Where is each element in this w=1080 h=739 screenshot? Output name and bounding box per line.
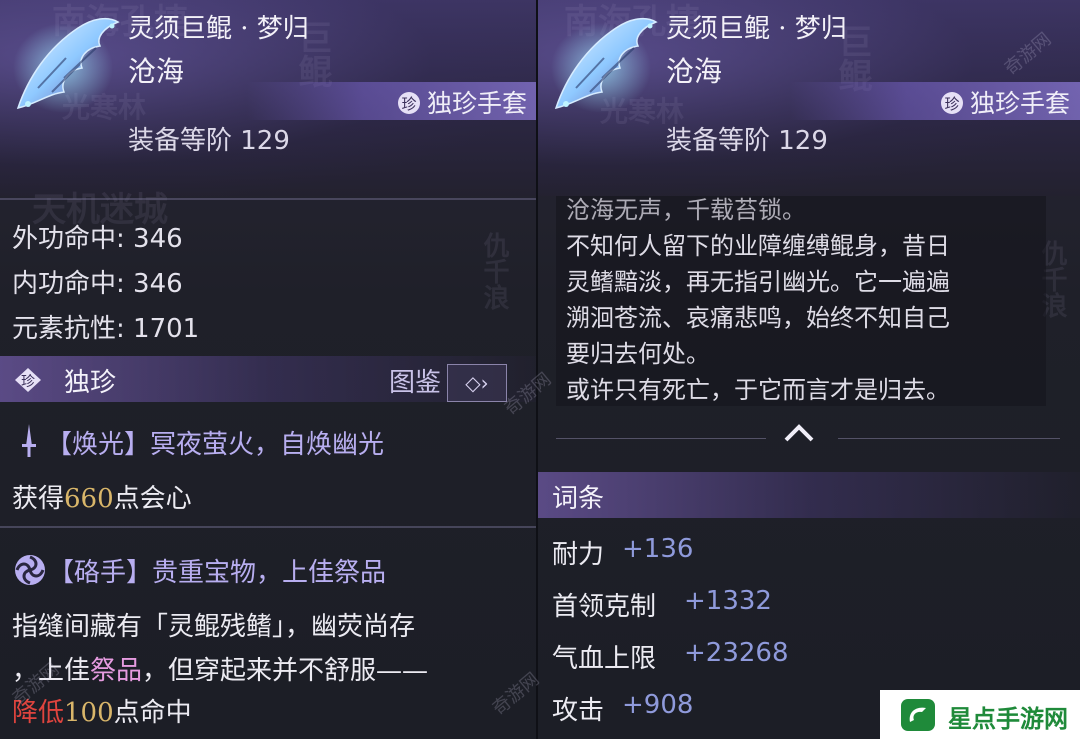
unique-section-title: 独珍 (64, 368, 117, 398)
item-subname: 沧海 (666, 55, 723, 88)
item-name: 灵须巨鲲 · 梦归 (128, 14, 309, 44)
lore-line: 或许只有死亡，于它而言才是归去。 (566, 376, 950, 404)
glove-item-icon (551, 17, 658, 113)
background-map-text: 仇千浪 (479, 232, 509, 310)
lore-line: 沧海无声，千载苔锁。 (566, 196, 806, 224)
effect-desc-awkward-3: 降低100点命中 (12, 692, 192, 729)
rarity-label: 珍 独珍手套 (397, 84, 527, 120)
item-subname: 沧海 (128, 55, 185, 88)
lore-line: 不知何人留下的业障缠缚鲲身，昔日 (566, 232, 950, 260)
atlas-open-button[interactable]: ◇› (447, 364, 507, 402)
divider (0, 198, 537, 200)
rarity-label: 珍 独珍手套 (940, 84, 1070, 120)
effect-text: 点会心 (113, 484, 192, 514)
stat-element-resist: 元素抗性: 1701 (12, 314, 200, 344)
lore-line: 灵鳍黯淡，再无指引幽光。它一遍遍 (566, 268, 950, 296)
affix-value: +1332 (684, 586, 772, 616)
stat-label: 元素抗性 (12, 314, 117, 344)
affix-value: +23268 (684, 638, 789, 668)
lore-line: 要归去何处。 (566, 340, 710, 368)
effect-keyword: 祭品 (90, 656, 143, 686)
effect-number: 660 (64, 484, 114, 514)
divider (838, 438, 1060, 439)
rarity-name: 独珍手套 (969, 89, 1070, 118)
equipment-tier: 装备等阶 129 (666, 126, 828, 156)
collapse-chevron-up-icon[interactable] (782, 420, 816, 444)
stat-value: 346 (133, 224, 183, 254)
rarity-badge-icon: 珍 (940, 92, 963, 114)
stat-external-hit: 外功命中: 346 (12, 224, 183, 254)
stat-value: 346 (133, 269, 183, 299)
divider (0, 526, 537, 528)
affix-section-bar (538, 472, 1080, 518)
stat-internal-hit: 内功命中: 346 (12, 269, 183, 299)
affix-value: +908 (622, 690, 694, 720)
affix-section-title: 词条 (552, 484, 605, 514)
site-logo-text: 星点手游网 (948, 704, 1068, 733)
glove-item-icon (13, 17, 120, 113)
effect-title-glow: 【焕光】冥夜萤火，自焕幽光 (46, 430, 385, 460)
affix-name: 攻击 (552, 696, 605, 726)
effect-number: 100 (64, 698, 114, 728)
effect-text: 点命中 (113, 698, 192, 728)
atlas-label[interactable]: 图鉴 (389, 362, 441, 399)
item-name: 灵须巨鲲 · 梦归 (666, 14, 847, 44)
rarity-badge-char: 珍 (401, 95, 416, 113)
effect-title-awkward: 【硌手】贵重宝物，上佳祭品 (48, 558, 387, 588)
effect-text: ，但穿起来并不舒服—— (142, 656, 429, 686)
item-tooltip-left: 南海孔捷 光寒林 巨鲲 天机迷城 仇千浪 灵须巨鲲 · 梦归 沧海 珍 独珍手套… (0, 0, 537, 739)
affix-name: 首领克制 (552, 592, 657, 622)
stat-value: 1701 (133, 314, 200, 344)
effect-desc-awkward-1: 指缝间藏有「灵鲲残鳍」，幽荧尚存 (12, 612, 416, 642)
rarity-name: 独珍手套 (426, 89, 527, 118)
swirl-icon (15, 555, 45, 585)
stat-label: 内功命中 (12, 269, 117, 299)
rarity-badge-char: 珍 (944, 95, 959, 113)
effect-text: 获得 (12, 484, 65, 514)
lore-line: 溯洄苍流、哀痛悲鸣，始终不知自己 (566, 304, 950, 332)
effect-desc-awkward-2: ，上佳祭品，但穿起来并不舒服—— (12, 650, 428, 687)
stat-label: 外功命中 (12, 224, 117, 254)
affix-name: 气血上限 (552, 644, 657, 674)
rarity-badge-icon: 珍 (397, 92, 420, 114)
effect-desc-glow: 获得660点会心 (12, 478, 192, 515)
site-logo: 星点手游网 (880, 690, 1080, 739)
divider (556, 438, 766, 439)
equipment-tier: 装备等阶 129 (128, 126, 290, 156)
affix-name: 耐力 (552, 540, 605, 570)
affix-value: +136 (622, 534, 694, 564)
unique-badge-char: 珍 (21, 374, 35, 390)
unique-badge-icon: 珍 (15, 368, 41, 392)
site-logo-icon (901, 699, 935, 731)
sword-icon (22, 424, 36, 457)
